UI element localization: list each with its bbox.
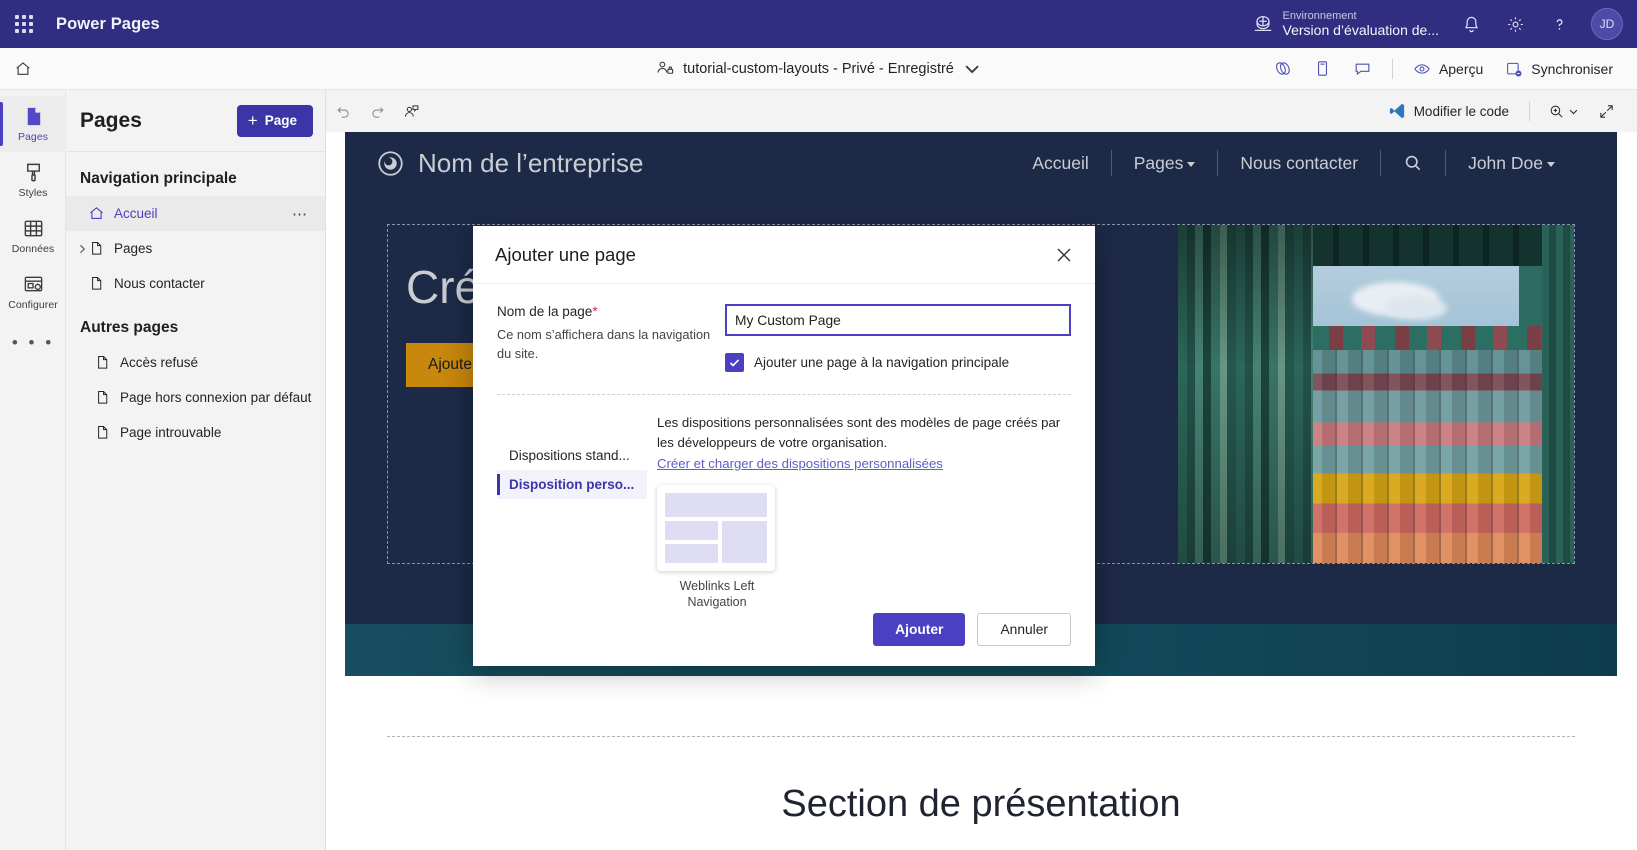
close-button[interactable] xyxy=(1047,238,1081,272)
thumb-body-block xyxy=(665,520,767,563)
dialog-title: Ajouter une page xyxy=(495,243,636,265)
template-thumbnail[interactable] xyxy=(657,484,775,571)
page-name-label-block: Nom de la page* Ce nom s’affichera dans … xyxy=(497,304,725,372)
template-name: Weblinks Left Navigation xyxy=(679,578,755,610)
layout-tab-list: Dispositions stand... Disposition perso.… xyxy=(497,413,647,611)
thumb-left-bottom xyxy=(665,543,719,563)
add-to-nav-row[interactable]: Ajouter une page à la navigation princip… xyxy=(725,353,1071,372)
required-asterisk: * xyxy=(592,304,598,319)
thumb-left-top xyxy=(665,520,719,540)
tab-standard-layouts[interactable]: Dispositions stand... xyxy=(497,441,647,470)
layout-panel: Les dispositions personnalisées sont des… xyxy=(647,413,1071,611)
dialog-body: Nom de la page* Ce nom s’affichera dans … xyxy=(473,284,1095,613)
add-button[interactable]: Ajouter xyxy=(873,613,966,646)
dialog-divider xyxy=(497,394,1071,395)
add-to-nav-checkbox[interactable] xyxy=(725,353,744,372)
layout-chooser: Dispositions stand... Disposition perso.… xyxy=(497,413,1071,611)
page-name-help: Ce nom s’affichera dans la navigation du… xyxy=(497,327,711,361)
dialog-header: Ajouter une page xyxy=(473,226,1095,284)
page-name-input[interactable] xyxy=(725,304,1071,336)
close-icon xyxy=(1057,248,1071,261)
layout-description: Les dispositions personnalisées sont des… xyxy=(657,415,1061,450)
page-name-label-text: Nom de la page xyxy=(497,304,593,319)
page-name-field-block: Ajouter une page à la navigation princip… xyxy=(725,304,1071,372)
cancel-button[interactable]: Annuler xyxy=(977,613,1071,646)
template-item[interactable]: Weblinks Left Navigation xyxy=(657,484,777,612)
checkmark-icon xyxy=(729,359,740,367)
create-upload-layouts-link[interactable]: Créer et charger des dispositions person… xyxy=(657,456,943,471)
app-root: Power Pages Environnement Version d’éval… xyxy=(0,0,1637,850)
add-to-nav-label: Ajouter une page à la navigation princip… xyxy=(754,355,1010,370)
add-page-dialog: Ajouter une page Nom de la page* Ce nom … xyxy=(473,226,1095,666)
thumb-right xyxy=(722,520,767,563)
thumb-header-block xyxy=(665,492,767,517)
tab-custom-layouts[interactable]: Disposition perso... xyxy=(497,470,647,499)
dialog-footer: Ajouter Annuler xyxy=(473,613,1095,666)
page-name-label: Nom de la page* xyxy=(497,304,715,319)
page-name-row: Nom de la page* Ce nom s’affichera dans … xyxy=(497,304,1071,372)
